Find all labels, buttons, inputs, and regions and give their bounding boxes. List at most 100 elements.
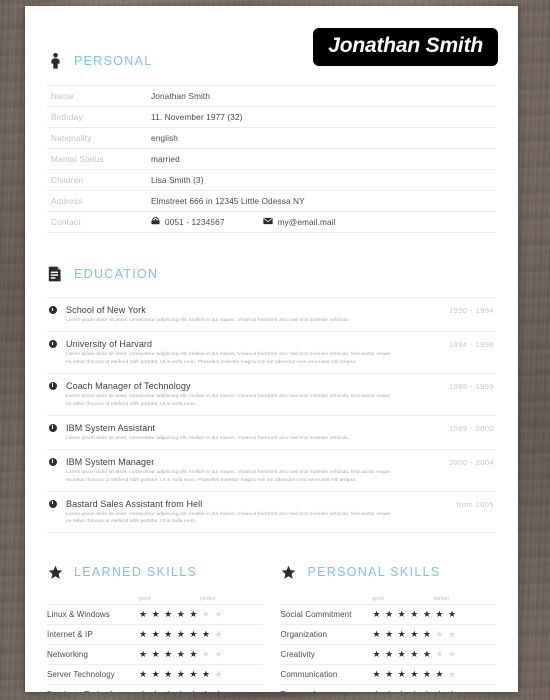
phone-contact[interactable]: 0051 - 1234567	[151, 217, 225, 227]
rating-star: ★	[385, 669, 394, 680]
personal-detail-label: Birthday	[51, 112, 83, 122]
rating-star: ★	[189, 609, 198, 620]
education-list: School of New York 1990 - 1994 Lorem ipsum…	[47, 297, 496, 534]
education-item-title: IBM System Manager	[66, 456, 155, 467]
rating-star: ★	[397, 669, 406, 680]
skill-rating: ★★★★★★★	[139, 605, 263, 625]
rating-star: ★	[422, 669, 431, 680]
education-section: EDUCATION School of New York 1990 - 1994 L…	[47, 259, 496, 534]
personal-detail-value: Lisa Smith (3)	[151, 175, 204, 185]
rating-star: ★	[435, 669, 444, 680]
personal-skills-column: PERSONAL SKILLS good perfect Social Comm…	[280, 557, 497, 692]
rating-star: ★	[176, 629, 185, 640]
rating-star: ★	[214, 690, 222, 692]
rating-star: ★	[214, 629, 223, 640]
personal-contact-row: Contact 0051 - 1234567 my@email.mail	[47, 211, 496, 233]
skill-name: Communication	[280, 670, 338, 680]
skill-row: Organization ★ ★ ★ ★ ★ ★ ★	[280, 624, 496, 645]
rating-star: ★	[202, 690, 210, 692]
rating-star: ★	[372, 609, 381, 620]
education-item-date: 1994 - 1998	[449, 339, 494, 349]
rating-star: ★	[410, 649, 419, 660]
personal-detail-label: Children	[51, 175, 84, 185]
rating-star: ★	[435, 609, 444, 620]
rating-star: ★	[397, 629, 406, 640]
scale-label-perfect: perfect	[433, 596, 449, 603]
envelope-icon	[262, 217, 273, 227]
person-icon	[47, 52, 63, 70]
education-item: Coach Manager of Technology 1998 - 1999 Lo…	[47, 372, 496, 415]
rating-star: ★	[447, 649, 457, 660]
rating-star: ★	[214, 669, 223, 680]
rating-star: ★	[372, 669, 381, 680]
document-icon	[47, 265, 63, 283]
learned-skills-header: LEARNED SKILLS	[47, 557, 263, 587]
rating-star: ★	[189, 649, 198, 660]
rating-star: ★	[139, 690, 147, 692]
personal-detail-value: english	[151, 133, 178, 143]
rating-star: ★	[385, 690, 393, 692]
rating-star: ★	[164, 669, 173, 680]
education-item-date: 2000 - 2004	[449, 457, 494, 467]
skill-rating: ★★★★★★★	[373, 605, 497, 625]
personal-skills-title: PERSONAL SKILLS	[307, 565, 441, 580]
skill-rating: ★★★★★★★	[373, 665, 497, 685]
rating-star: ★	[176, 649, 185, 660]
personal-detail-label: Marital Status	[51, 154, 104, 164]
education-item-description: Lorem ipsum dolor sit amet, consectetur …	[66, 435, 350, 441]
rating-star: ★	[214, 609, 223, 620]
skill-row: Networking ★ ★ ★ ★ ★ ★ ★	[47, 644, 263, 665]
education-item-description: Lorem ipsum dolor sit amet, consectetur …	[66, 351, 391, 365]
skill-row: Database Technology★★★★★★★	[47, 684, 263, 692]
email-address: my@email.mail	[277, 217, 336, 227]
rating-star: ★	[164, 629, 173, 640]
rating-star: ★	[410, 690, 418, 692]
rating-star: ★	[422, 649, 431, 660]
name-badge: Jonathan Smith	[313, 28, 498, 67]
rating-star: ★	[435, 629, 444, 640]
personal-details-table: Name Jonathan Smith Birthday 11. November 1…	[47, 85, 496, 233]
rating-star: ★	[152, 690, 160, 692]
rating-star: ★	[176, 669, 185, 680]
skill-name: Database Technology	[47, 685, 139, 692]
scale-label-good: good	[372, 596, 384, 603]
learned-skills-scale: good perfect	[47, 596, 263, 604]
skill-rating: ★★★★★★★	[139, 665, 263, 685]
skill-name: Internet & IP	[47, 630, 93, 640]
clock-bullet-icon	[49, 381, 57, 390]
clock-bullet-icon	[49, 423, 57, 432]
rating-star: ★	[201, 609, 210, 620]
education-item-description: Lorem ipsum dolor sit amet, consectetur …	[66, 318, 350, 323]
personal-detail-label: Address	[51, 196, 83, 206]
rating-star: ★	[398, 690, 406, 692]
rating-star: ★	[176, 609, 185, 620]
education-item: IBM System Manager 2000 - 2004 Lorem ipsum…	[47, 448, 496, 491]
rating-star: ★	[410, 629, 419, 640]
rating-star: ★	[201, 629, 210, 640]
email-contact[interactable]: my@email.mail	[262, 217, 336, 227]
personal-detail-value: 11. November 1977 (32)	[151, 112, 243, 122]
skill-rating: ★★★★★★★	[373, 685, 497, 692]
skill-row: Creativity ★ ★ ★ ★ ★ ★ ★	[280, 644, 496, 665]
skill-name: Creativity	[280, 650, 315, 660]
personal-detail-value: married	[151, 154, 180, 164]
rating-star: ★	[201, 649, 210, 660]
star-icon	[281, 563, 297, 581]
rating-star: ★	[139, 629, 148, 640]
rating-star: ★	[448, 690, 456, 692]
education-section-title: EDUCATION	[74, 267, 159, 281]
rating-star: ★	[435, 649, 444, 660]
education-item: University of Harvard 1994 - 1998 Lorem ip…	[47, 330, 496, 373]
rating-star: ★	[385, 649, 394, 660]
personal-detail-row: Birthday 11. November 1977 (32)	[47, 106, 496, 128]
rating-star: ★	[189, 629, 198, 640]
personal-detail-label: Name	[51, 91, 74, 101]
clock-bullet-icon	[49, 306, 57, 314]
clock-bullet-icon	[49, 339, 57, 348]
rating-star: ★	[422, 609, 431, 620]
skill-row: Communication ★ ★ ★ ★ ★ ★ ★	[280, 664, 497, 685]
clock-bullet-icon	[49, 457, 57, 466]
resume-paper: Jonathan Smith PERSONAL Name Jonathan Smi…	[25, 6, 518, 692]
personal-detail-value: Jonathan Smith	[151, 91, 211, 101]
personal-detail-row: Address Elmstreet 666 in 12345 Little Ode…	[47, 190, 496, 212]
